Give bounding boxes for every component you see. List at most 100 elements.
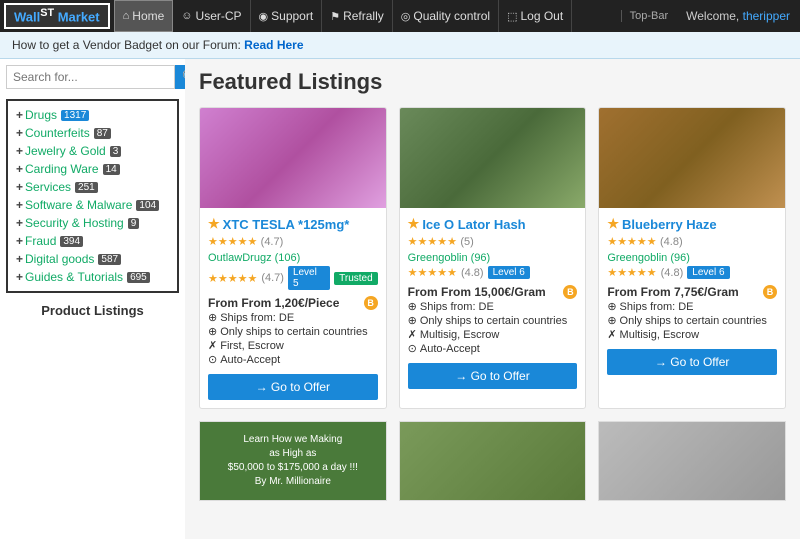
cat-carding[interactable]: + Carding Ware 14 bbox=[16, 160, 169, 178]
username-link[interactable]: theripper bbox=[743, 9, 790, 23]
cat-counterfeits-label: Counterfeits bbox=[25, 126, 90, 140]
ship-restrict-2: ⊕ Only ships to certain countries bbox=[607, 314, 777, 327]
cat-security[interactable]: + Security & Hosting 9 bbox=[16, 214, 169, 232]
restrict-icon: ⊕ bbox=[408, 314, 417, 327]
cat-jewelry[interactable]: + Jewelry & Gold 3 bbox=[16, 142, 169, 160]
sidebar: 🔍 + Drugs 1317 + Counterfeits 87 + Jewel… bbox=[0, 59, 185, 539]
nav-support[interactable]: ◉ Support bbox=[251, 0, 323, 32]
cat-guides[interactable]: + Guides & Tutorials 695 bbox=[16, 268, 169, 286]
nav-refrally[interactable]: ⚑ Refrally bbox=[322, 0, 393, 32]
listing-stars-1: ★★★★★ bbox=[408, 236, 457, 248]
cat-security-label: Security & Hosting bbox=[25, 216, 124, 230]
cat-carding-count: 14 bbox=[103, 164, 120, 175]
banner-link[interactable]: Read Here bbox=[244, 38, 303, 52]
cat-services-count: 251 bbox=[75, 182, 98, 193]
auto-icon: ⊙ bbox=[208, 353, 217, 366]
cat-digital[interactable]: + Digital goods 587 bbox=[16, 250, 169, 268]
ship-restrict-1: ⊕ Only ships to certain countries bbox=[408, 314, 578, 327]
nav-refrally-label: Refrally bbox=[343, 9, 384, 23]
listing-details-0: From From 1,20€/Piece B ⊕ Ships from: DE… bbox=[208, 296, 378, 366]
listing-seller-1[interactable]: Greengoblin (96) bbox=[408, 252, 578, 264]
search-input[interactable] bbox=[6, 65, 175, 89]
escrow-text-2: ✗ Multisig, Escrow bbox=[607, 328, 777, 341]
listing-title-0: ★ XTC TESLA *125mg* bbox=[208, 216, 378, 232]
listing-seller-2[interactable]: Greengoblin (96) bbox=[607, 252, 777, 264]
nav-logout[interactable]: ⬚ Log Out bbox=[499, 0, 572, 32]
price-row-2: From From 7,75€/Gram B bbox=[607, 285, 777, 299]
listing-name-1: Ice O Lator Hash bbox=[422, 217, 525, 232]
seller-stars-2: ★★★★★ bbox=[607, 266, 656, 279]
cat-digital-label: Digital goods bbox=[25, 252, 94, 266]
listing-title-1: ★ Ice O Lator Hash bbox=[408, 216, 578, 232]
auto-icon: ⊙ bbox=[408, 342, 417, 355]
cat-security-count: 9 bbox=[128, 218, 140, 229]
listing-details-2: From From 7,75€/Gram B ⊕ Ships from: DE … bbox=[607, 285, 777, 341]
cat-counterfeits[interactable]: + Counterfeits 87 bbox=[16, 124, 169, 142]
product-listings-label: Product Listings bbox=[6, 303, 179, 318]
ship-restrict-0: ⊕ Only ships to certain countries bbox=[208, 325, 378, 338]
ships-from-2: ⊕ Ships from: DE bbox=[607, 300, 777, 313]
escrow-check-icon: ✗ bbox=[208, 339, 217, 352]
listing-stars-row-1: ★★★★★ (5) bbox=[408, 234, 578, 248]
listing-image-1 bbox=[400, 108, 586, 208]
bottom-card-2 bbox=[598, 421, 786, 501]
nav-quality[interactable]: ◎ Quality control bbox=[393, 0, 499, 32]
price-2: From From 7,75€/Gram bbox=[607, 285, 738, 299]
go-offer-button-2[interactable]: → Go to Offer bbox=[607, 349, 777, 375]
escrow-icon-1: B bbox=[563, 285, 577, 299]
content-area: Featured Listings ★ XTC TESLA *125mg* ★★… bbox=[185, 59, 800, 539]
listing-details-1: From From 15,00€/Gram B ⊕ Ships from: DE… bbox=[408, 285, 578, 355]
listing-rating-0: (4.7) bbox=[261, 236, 284, 248]
featured-title: Featured Listings bbox=[199, 69, 786, 95]
cat-software-label: Software & Malware bbox=[25, 198, 132, 212]
cat-fraud-count: 394 bbox=[60, 236, 83, 247]
nav-home-label: Home bbox=[132, 9, 164, 23]
bottom-grid: Learn How we Makingas High as$50,000 to … bbox=[199, 421, 786, 501]
search-bar-container: 🔍 bbox=[6, 65, 179, 89]
star-icon: ★ bbox=[607, 216, 619, 232]
cat-plus-icon: + bbox=[16, 144, 23, 158]
go-offer-button-0[interactable]: → Go to Offer bbox=[208, 374, 378, 400]
ships-icon: ⊕ bbox=[208, 311, 217, 324]
cat-fraud-label: Fraud bbox=[25, 234, 56, 248]
nav-user-cp[interactable]: ☺ User-CP bbox=[173, 0, 250, 32]
vendor-banner: How to get a Vendor Badget on our Forum:… bbox=[0, 32, 800, 59]
cat-plus-icon: + bbox=[16, 180, 23, 194]
listings-grid: ★ XTC TESLA *125mg* ★★★★★ (4.7) OutlawDr… bbox=[199, 107, 786, 409]
ships-icon: ⊕ bbox=[607, 300, 616, 313]
cat-software[interactable]: + Software & Malware 104 bbox=[16, 196, 169, 214]
cat-plus-icon: + bbox=[16, 162, 23, 176]
nav-logout-label: Log Out bbox=[520, 9, 563, 23]
cat-plus-icon: + bbox=[16, 126, 23, 140]
cat-carding-label: Carding Ware bbox=[25, 162, 99, 176]
listing-card-1: ★ Ice O Lator Hash ★★★★★ (5) Greengoblin… bbox=[399, 107, 587, 409]
listing-stars-row-0: ★★★★★ (4.7) bbox=[208, 234, 378, 248]
cat-fraud[interactable]: + Fraud 394 bbox=[16, 232, 169, 250]
bottom-card-1 bbox=[399, 421, 587, 501]
logout-icon: ⬚ bbox=[507, 10, 517, 23]
cat-drugs[interactable]: + Drugs 1317 bbox=[16, 106, 169, 124]
listing-stars-0: ★★★★★ bbox=[208, 236, 257, 248]
cat-plus-icon: + bbox=[16, 270, 23, 284]
top-bar-label: Top-Bar bbox=[621, 10, 677, 22]
bottom-card-0[interactable]: Learn How we Makingas High as$50,000 to … bbox=[199, 421, 387, 501]
listing-seller-0[interactable]: OutlawDrugz (106) bbox=[208, 252, 378, 264]
nav-support-label: Support bbox=[271, 9, 313, 23]
seller-rating-0: (4.7) bbox=[261, 272, 284, 284]
listing-image-0 bbox=[200, 108, 386, 208]
escrow-icon-2: B bbox=[763, 285, 777, 299]
main-layout: 🔍 + Drugs 1317 + Counterfeits 87 + Jewel… bbox=[0, 59, 800, 539]
star-icon: ★ bbox=[408, 216, 420, 232]
cat-drugs-label: Drugs bbox=[25, 108, 57, 122]
nav-home[interactable]: ⌂ Home bbox=[114, 0, 174, 32]
level-badge-2: Level 6 bbox=[687, 266, 729, 279]
quality-icon: ◎ bbox=[401, 10, 411, 23]
restrict-icon: ⊕ bbox=[607, 314, 616, 327]
ships-from-1: ⊕ Ships from: DE bbox=[408, 300, 578, 313]
go-offer-button-1[interactable]: → Go to Offer bbox=[408, 363, 578, 389]
cat-plus-icon: + bbox=[16, 234, 23, 248]
listing-card-2: ★ Blueberry Haze ★★★★★ (4.8) Greengoblin… bbox=[598, 107, 786, 409]
listing-title-2: ★ Blueberry Haze bbox=[607, 216, 777, 232]
cat-services[interactable]: + Services 251 bbox=[16, 178, 169, 196]
escrow-check-icon: ✗ bbox=[408, 328, 417, 341]
